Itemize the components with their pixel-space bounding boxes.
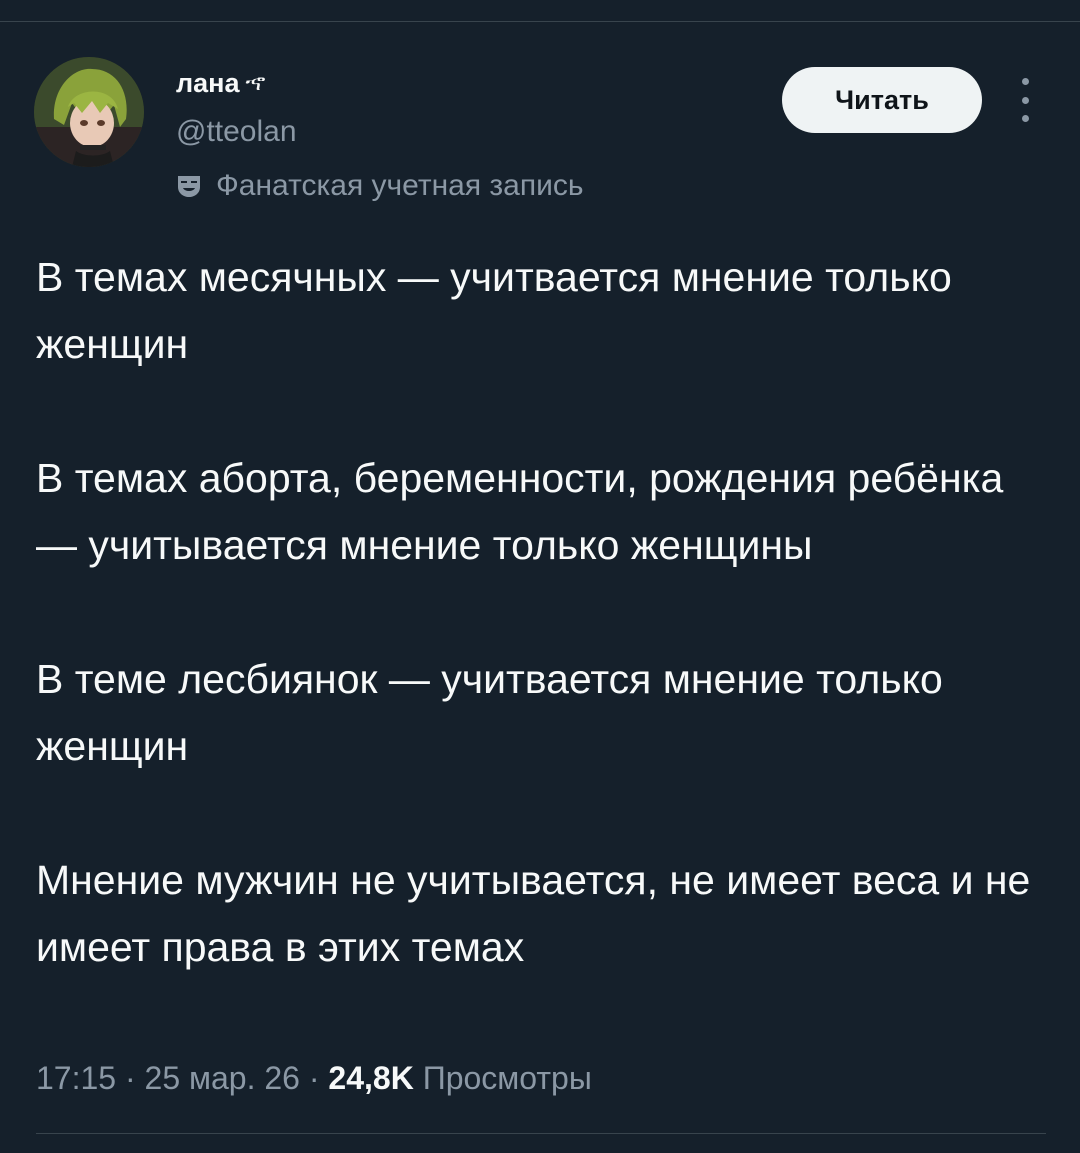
tweet-text: В темах месячных — учитвается мнение тол…: [36, 244, 1046, 981]
user-handle[interactable]: @tteolan: [176, 113, 297, 151]
avatar-image: [34, 57, 144, 167]
theater-mask-icon: [176, 173, 202, 199]
more-dot: [1021, 78, 1029, 85]
meta-separator: ·: [124, 1060, 136, 1096]
tweet-paragraph: В темах аборта, беременности, рождения р…: [36, 455, 1004, 568]
views-count[interactable]: 24,8K: [328, 1060, 413, 1096]
account-label: Фанатская учетная запись: [176, 166, 584, 206]
avatar[interactable]: [34, 57, 144, 167]
display-name-text: лана: [176, 68, 240, 98]
follow-button[interactable]: Читать: [782, 67, 982, 133]
tweet: лана ኆ @tteolan Фанатская учетная запись…: [0, 0, 1080, 1153]
tweet-date[interactable]: 25 мар. 26: [145, 1060, 300, 1096]
more-vertical-icon[interactable]: [1012, 78, 1038, 122]
tweet-paragraph: В теме лесбиянок — учитвается мнение тол…: [36, 656, 943, 769]
tweet-time[interactable]: 17:15: [36, 1060, 116, 1096]
bottom-divider: [36, 1133, 1046, 1134]
views-label: Просмотры: [422, 1060, 592, 1096]
tweet-paragraph: В темах месячных — учитвается мнение тол…: [36, 254, 952, 367]
tweet-paragraph: Мнение мужчин не учитывается, не имеет в…: [36, 857, 1031, 970]
account-label-text: Фанатская учетная запись: [216, 169, 584, 202]
display-name[interactable]: лана ኆ: [176, 66, 265, 100]
more-dot: [1021, 115, 1029, 122]
more-dot: [1021, 96, 1029, 104]
tweet-meta: 17:15 · 25 мар. 26 · 24,8K Просмотры: [36, 1056, 592, 1100]
name-glyph: ኆ: [245, 69, 266, 96]
meta-separator: ·: [308, 1060, 320, 1096]
